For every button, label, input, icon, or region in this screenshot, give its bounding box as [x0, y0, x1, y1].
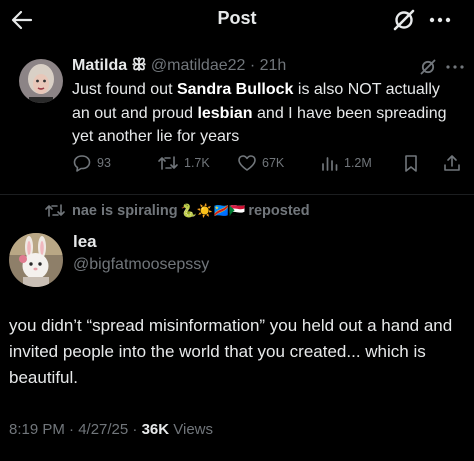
repost-button[interactable]: 1.7K	[157, 152, 210, 174]
heart-icon	[238, 155, 256, 171]
post-metadata: 8:19 PM · 4/27/25 · 36K Views	[9, 421, 213, 438]
grok-icon	[420, 59, 436, 75]
reposter-name[interactable]: nae is spiraling	[72, 203, 178, 219]
reposter-emojis: 🐍☀️🇨🇩🇸🇩	[180, 203, 246, 218]
author-handle[interactable]: @matildae22	[151, 57, 246, 74]
like-button[interactable]: 67K	[237, 152, 284, 174]
more-icon	[429, 17, 451, 23]
avatar[interactable]	[9, 233, 63, 287]
post-text: you didn’t “spread misinformation” you h…	[9, 316, 453, 387]
repost-icon	[45, 204, 65, 217]
post-time[interactable]: 21h	[260, 57, 287, 74]
more-button[interactable]	[426, 6, 454, 34]
divider	[0, 194, 474, 195]
header-separator: ·	[245, 57, 260, 74]
author-handle[interactable]: @bigfatmoosepssy	[73, 256, 209, 274]
grok-button[interactable]	[418, 57, 438, 77]
avatar[interactable]	[19, 59, 63, 103]
grok-button[interactable]	[390, 6, 418, 34]
highlighted-word: lesbian	[197, 104, 253, 122]
reply-icon	[73, 155, 91, 172]
reply-count: 93	[97, 156, 111, 170]
more-icon	[446, 65, 464, 69]
repost-count: 1.7K	[184, 156, 210, 170]
views-label: Views	[169, 421, 214, 438]
post-timestamp[interactable]: 8:19 PM · 4/27/25 ·	[9, 421, 142, 438]
share-button[interactable]	[442, 152, 462, 174]
author-name[interactable]: Matilda	[72, 57, 127, 74]
grok-icon	[393, 9, 415, 31]
views-count[interactable]: 36K	[142, 421, 170, 438]
bookmark-icon	[405, 155, 417, 172]
author-badge: ꕥ	[131, 57, 147, 74]
bookmark-button[interactable]	[402, 152, 420, 174]
author-name[interactable]: lea	[73, 232, 97, 252]
post-more-button[interactable]	[444, 57, 466, 77]
share-icon	[444, 155, 460, 171]
like-count: 67K	[262, 156, 285, 170]
views-button[interactable]: 1.2M	[321, 152, 372, 174]
views-icon	[322, 157, 338, 171]
quoted-post-header: Matilda ꕥ @matildae22 · 21h	[72, 55, 286, 77]
reposted-label: reposted	[248, 203, 310, 219]
repost-icon	[158, 156, 178, 170]
reply-button[interactable]: 93	[72, 152, 111, 174]
highlighted-word: Sandra Bullock	[176, 81, 294, 98]
post-actions: 93 1.7K 67K 1.2M	[72, 152, 466, 174]
repost-banner[interactable]: nae is spiraling 🐍☀️🇨🇩🇸🇩 reposted	[44, 200, 310, 222]
views-count: 1.2M	[344, 156, 372, 170]
quoted-post-text: Just found out Sandra Bullock is also NO…	[72, 81, 447, 145]
